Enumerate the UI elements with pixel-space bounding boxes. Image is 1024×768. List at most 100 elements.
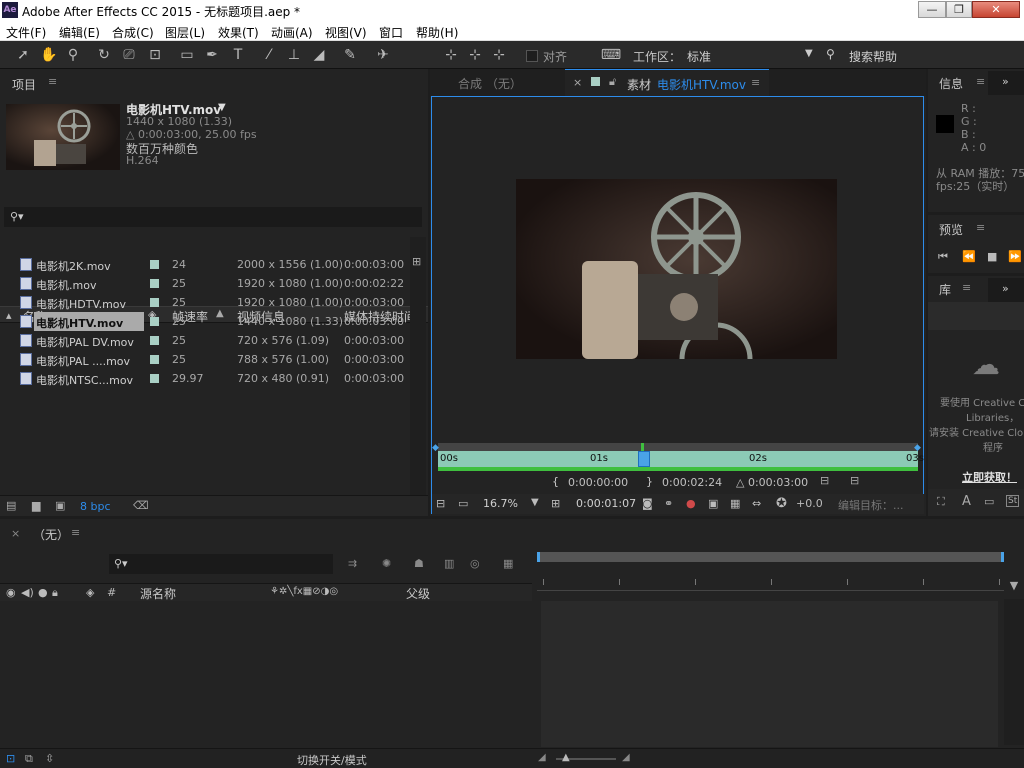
channels-icon[interactable]: ●: [686, 497, 696, 510]
comp-mini-flowchart-icon[interactable]: ⇉: [348, 557, 357, 570]
close-button[interactable]: ✕: [972, 1, 1020, 18]
vertical-scrollbar[interactable]: ⊞: [410, 237, 426, 495]
roto-brush-tool-icon[interactable]: ✎: [341, 46, 359, 64]
time-ruler[interactable]: 00s 01s 02s 03s: [438, 451, 924, 467]
project-search-input[interactable]: ⚲▾: [4, 207, 422, 227]
eraser-tool-icon[interactable]: ◢: [310, 46, 328, 64]
toggle-switches-modes[interactable]: 切换开关/模式: [297, 752, 367, 768]
search-help-input[interactable]: 搜索帮助: [849, 48, 897, 65]
new-folder-icon[interactable]: ▆: [32, 499, 40, 512]
parent-header[interactable]: 父级: [406, 585, 430, 602]
install-link[interactable]: 立即获取！: [962, 469, 1017, 485]
interpret-footage-icon[interactable]: ▤: [6, 499, 16, 512]
zoom-dropdown[interactable]: 16.7%: [483, 497, 518, 510]
align-checkbox[interactable]: [526, 50, 538, 62]
next-frame-icon[interactable]: ⏩: [1008, 250, 1022, 263]
out-point-time[interactable]: 0:00:02:24: [662, 476, 722, 489]
timeline-scrollbar[interactable]: [1004, 599, 1024, 745]
current-time-display[interactable]: 0:00:01:07: [576, 497, 636, 510]
region-of-interest-icon[interactable]: ▣: [708, 497, 718, 510]
always-preview-icon[interactable]: ⊟: [436, 497, 445, 510]
transparency-grid-icon[interactable]: ▦: [730, 497, 740, 510]
ripple-insert-icon[interactable]: ⊟: [820, 474, 829, 487]
comp-marker-bin-icon[interactable]: ▼: [1004, 579, 1024, 599]
menu-window[interactable]: 窗口: [379, 24, 403, 41]
maximize-button[interactable]: ❐: [946, 1, 972, 18]
label-color-swatch[interactable]: [150, 355, 159, 364]
in-out-columns-icon[interactable]: ⇳: [45, 752, 54, 765]
timeline-search-input[interactable]: ⚲▾: [109, 554, 333, 574]
zoom-in-icon[interactable]: ◢: [622, 752, 630, 763]
axis-local-icon[interactable]: ⊹: [442, 46, 460, 64]
exposure-value[interactable]: +0.0: [796, 497, 823, 510]
shy-layers-icon[interactable]: ☗: [414, 557, 424, 570]
workspace-icon[interactable]: ⌨: [600, 46, 622, 64]
safe-zones-icon[interactable]: ⊞: [551, 497, 560, 510]
list-item[interactable]: 电影机PAL DV.mov 25 720 x 576 (1.09) 0:00:0…: [0, 331, 410, 350]
close-tab-icon[interactable]: ×: [11, 527, 20, 540]
add-text-icon[interactable]: A: [962, 494, 971, 509]
first-frame-icon[interactable]: ⏮: [938, 250, 948, 264]
panel-menu-icon[interactable]: ≡: [48, 75, 57, 88]
previous-frame-icon[interactable]: ⏪: [962, 250, 976, 263]
show-snapshot-icon[interactable]: ⚭: [664, 497, 673, 510]
timeline-ruler[interactable]: [537, 565, 1004, 591]
label-color-swatch[interactable]: [150, 279, 159, 288]
panel-menu-icon[interactable]: ≡: [71, 526, 80, 539]
selection-tool-icon[interactable]: ➚: [14, 46, 32, 64]
label-color-swatch[interactable]: [150, 374, 159, 383]
list-item-selected[interactable]: 电影机HTV.mov 25 1440 x 1080 (1.33) 0:00:03…: [0, 312, 410, 331]
add-asset-icon[interactable]: ⛶: [937, 495, 945, 509]
library-dropdown[interactable]: [928, 302, 1024, 330]
clone-stamp-tool-icon[interactable]: ⊥: [285, 46, 303, 64]
pan-behind-tool-icon[interactable]: ⊡: [146, 46, 164, 64]
menu-layer[interactable]: 图层(L): [165, 24, 205, 41]
list-item[interactable]: 电影机PAL ....mov 25 788 x 576 (1.00) 0:00:…: [0, 350, 410, 369]
close-tab-icon[interactable]: ×: [573, 76, 582, 89]
bpc-button[interactable]: 8 bpc: [80, 500, 111, 513]
set-in-icon[interactable]: {: [552, 475, 559, 488]
zoom-out-icon[interactable]: ◢: [538, 752, 546, 763]
panel-menu-icon[interactable]: ≡: [962, 281, 971, 294]
playhead-handle[interactable]: [638, 451, 650, 467]
zoom-dropdown-icon[interactable]: ▼: [531, 497, 539, 508]
hand-tool-icon[interactable]: ✋: [40, 46, 58, 64]
add-graphic-icon[interactable]: ▭: [984, 495, 994, 508]
camera-tool-icon[interactable]: ⎚: [120, 46, 138, 64]
source-name-header[interactable]: 源名称: [140, 585, 176, 602]
motion-blur-icon[interactable]: ◎: [470, 557, 480, 570]
list-item[interactable]: 电影机NTSC...mov 29.97 720 x 480 (0.91) 0:0…: [0, 369, 410, 388]
axis-view-icon[interactable]: ⊹: [490, 46, 508, 64]
label-color-swatch[interactable]: [150, 298, 159, 307]
draft-3d-icon[interactable]: ✺: [382, 557, 391, 570]
label-color-swatch[interactable]: [150, 260, 159, 269]
snapshot-icon[interactable]: ◙: [642, 497, 653, 510]
transfer-controls-icon[interactable]: ⧉: [25, 752, 33, 766]
minimize-button[interactable]: —: [918, 1, 946, 18]
in-point-time[interactable]: 0:00:00:00: [568, 476, 628, 489]
label-color-swatch[interactable]: [150, 336, 159, 345]
menu-file[interactable]: 文件(F): [6, 24, 46, 41]
list-item[interactable]: 电影机2K.mov 24 2000 x 1556 (1.00) 0:00:03:…: [0, 255, 410, 274]
stop-icon[interactable]: ■: [987, 250, 997, 263]
panel-menu-icon[interactable]: ≡: [751, 76, 760, 89]
lock-icon[interactable]: 🔒︎: [52, 586, 58, 600]
overlay-edit-icon[interactable]: ⊟: [850, 474, 859, 487]
menu-view[interactable]: 视图(V): [325, 24, 367, 41]
timeline-track-area[interactable]: [541, 601, 998, 747]
label-color-swatch[interactable]: [150, 317, 159, 326]
pen-tool-icon[interactable]: ✒: [203, 46, 221, 64]
frame-blending-icon[interactable]: ▥: [444, 557, 454, 570]
timeline-comp-tab[interactable]: （无）: [33, 526, 69, 543]
menu-composition[interactable]: 合成(C): [112, 24, 154, 41]
list-item[interactable]: 电影机HDTV.mov 25 1920 x 1080 (1.00) 0:00:0…: [0, 293, 410, 312]
video-toggle-icon[interactable]: ◉: [6, 586, 16, 599]
workspace-value[interactable]: 标准: [687, 48, 711, 65]
footage-dropdown-icon[interactable]: ▼: [218, 102, 226, 113]
type-tool-icon[interactable]: T: [229, 46, 247, 64]
graph-editor-icon[interactable]: ▦: [503, 557, 513, 570]
flowchart-icon[interactable]: ⊞: [412, 255, 421, 268]
fit-icon[interactable]: ⇔: [752, 497, 761, 510]
trash-icon[interactable]: ⌫: [133, 499, 149, 512]
axis-world-icon[interactable]: ⊹: [466, 46, 484, 64]
